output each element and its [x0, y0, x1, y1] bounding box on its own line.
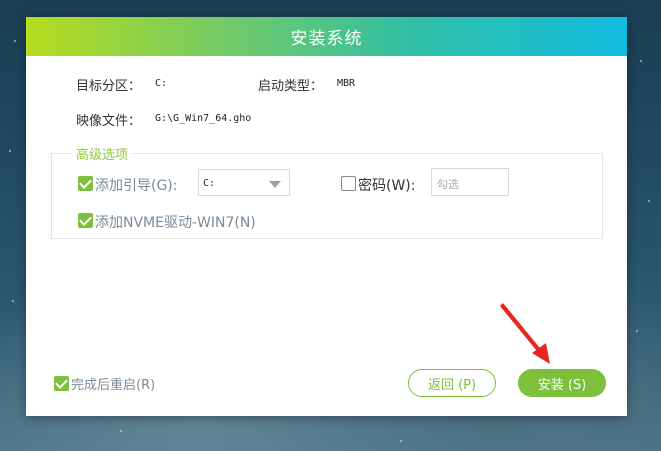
- advanced-options-legend: 高级选项: [72, 144, 133, 163]
- password-input[interactable]: 勾选: [431, 168, 509, 196]
- password-placeholder: 勾选: [437, 178, 459, 191]
- nvme-driver-label[interactable]: 添加NVME驱动-WIN7(N): [95, 212, 256, 232]
- target-partition-value: C:: [155, 78, 168, 89]
- image-file-label: 映像文件：: [76, 114, 142, 129]
- red-pointer-arrow-icon: [500, 303, 550, 364]
- install-button[interactable]: 安装 (S): [518, 369, 606, 397]
- boot-drive-select[interactable]: C:: [198, 169, 290, 196]
- image-file-value: G:\G_Win7_64.gho: [155, 113, 252, 124]
- nvme-driver-checkbox[interactable]: [78, 213, 93, 228]
- boot-type-label: 启动类型：: [258, 79, 324, 94]
- boot-drive-value: C:: [203, 178, 216, 189]
- password-label[interactable]: 密码(W):: [358, 175, 415, 195]
- reboot-after-label[interactable]: 完成后重启(R): [71, 374, 155, 393]
- add-boot-checkbox[interactable]: [78, 176, 93, 191]
- dialog-titlebar: 安装系统: [26, 17, 627, 56]
- target-partition-label: 目标分区：: [76, 79, 142, 94]
- add-boot-label[interactable]: 添加引导(G):: [95, 175, 178, 195]
- dialog-title: 安装系统: [290, 29, 363, 49]
- caret-down-icon: [269, 181, 281, 188]
- password-checkbox[interactable]: [341, 176, 356, 191]
- reboot-after-checkbox[interactable]: [54, 376, 69, 391]
- boot-type-value: MBR: [337, 78, 356, 89]
- back-button[interactable]: 返回 (P): [408, 369, 496, 397]
- back-button-label: 返回 (P): [427, 377, 477, 393]
- install-button-label: 安装 (S): [537, 377, 587, 393]
